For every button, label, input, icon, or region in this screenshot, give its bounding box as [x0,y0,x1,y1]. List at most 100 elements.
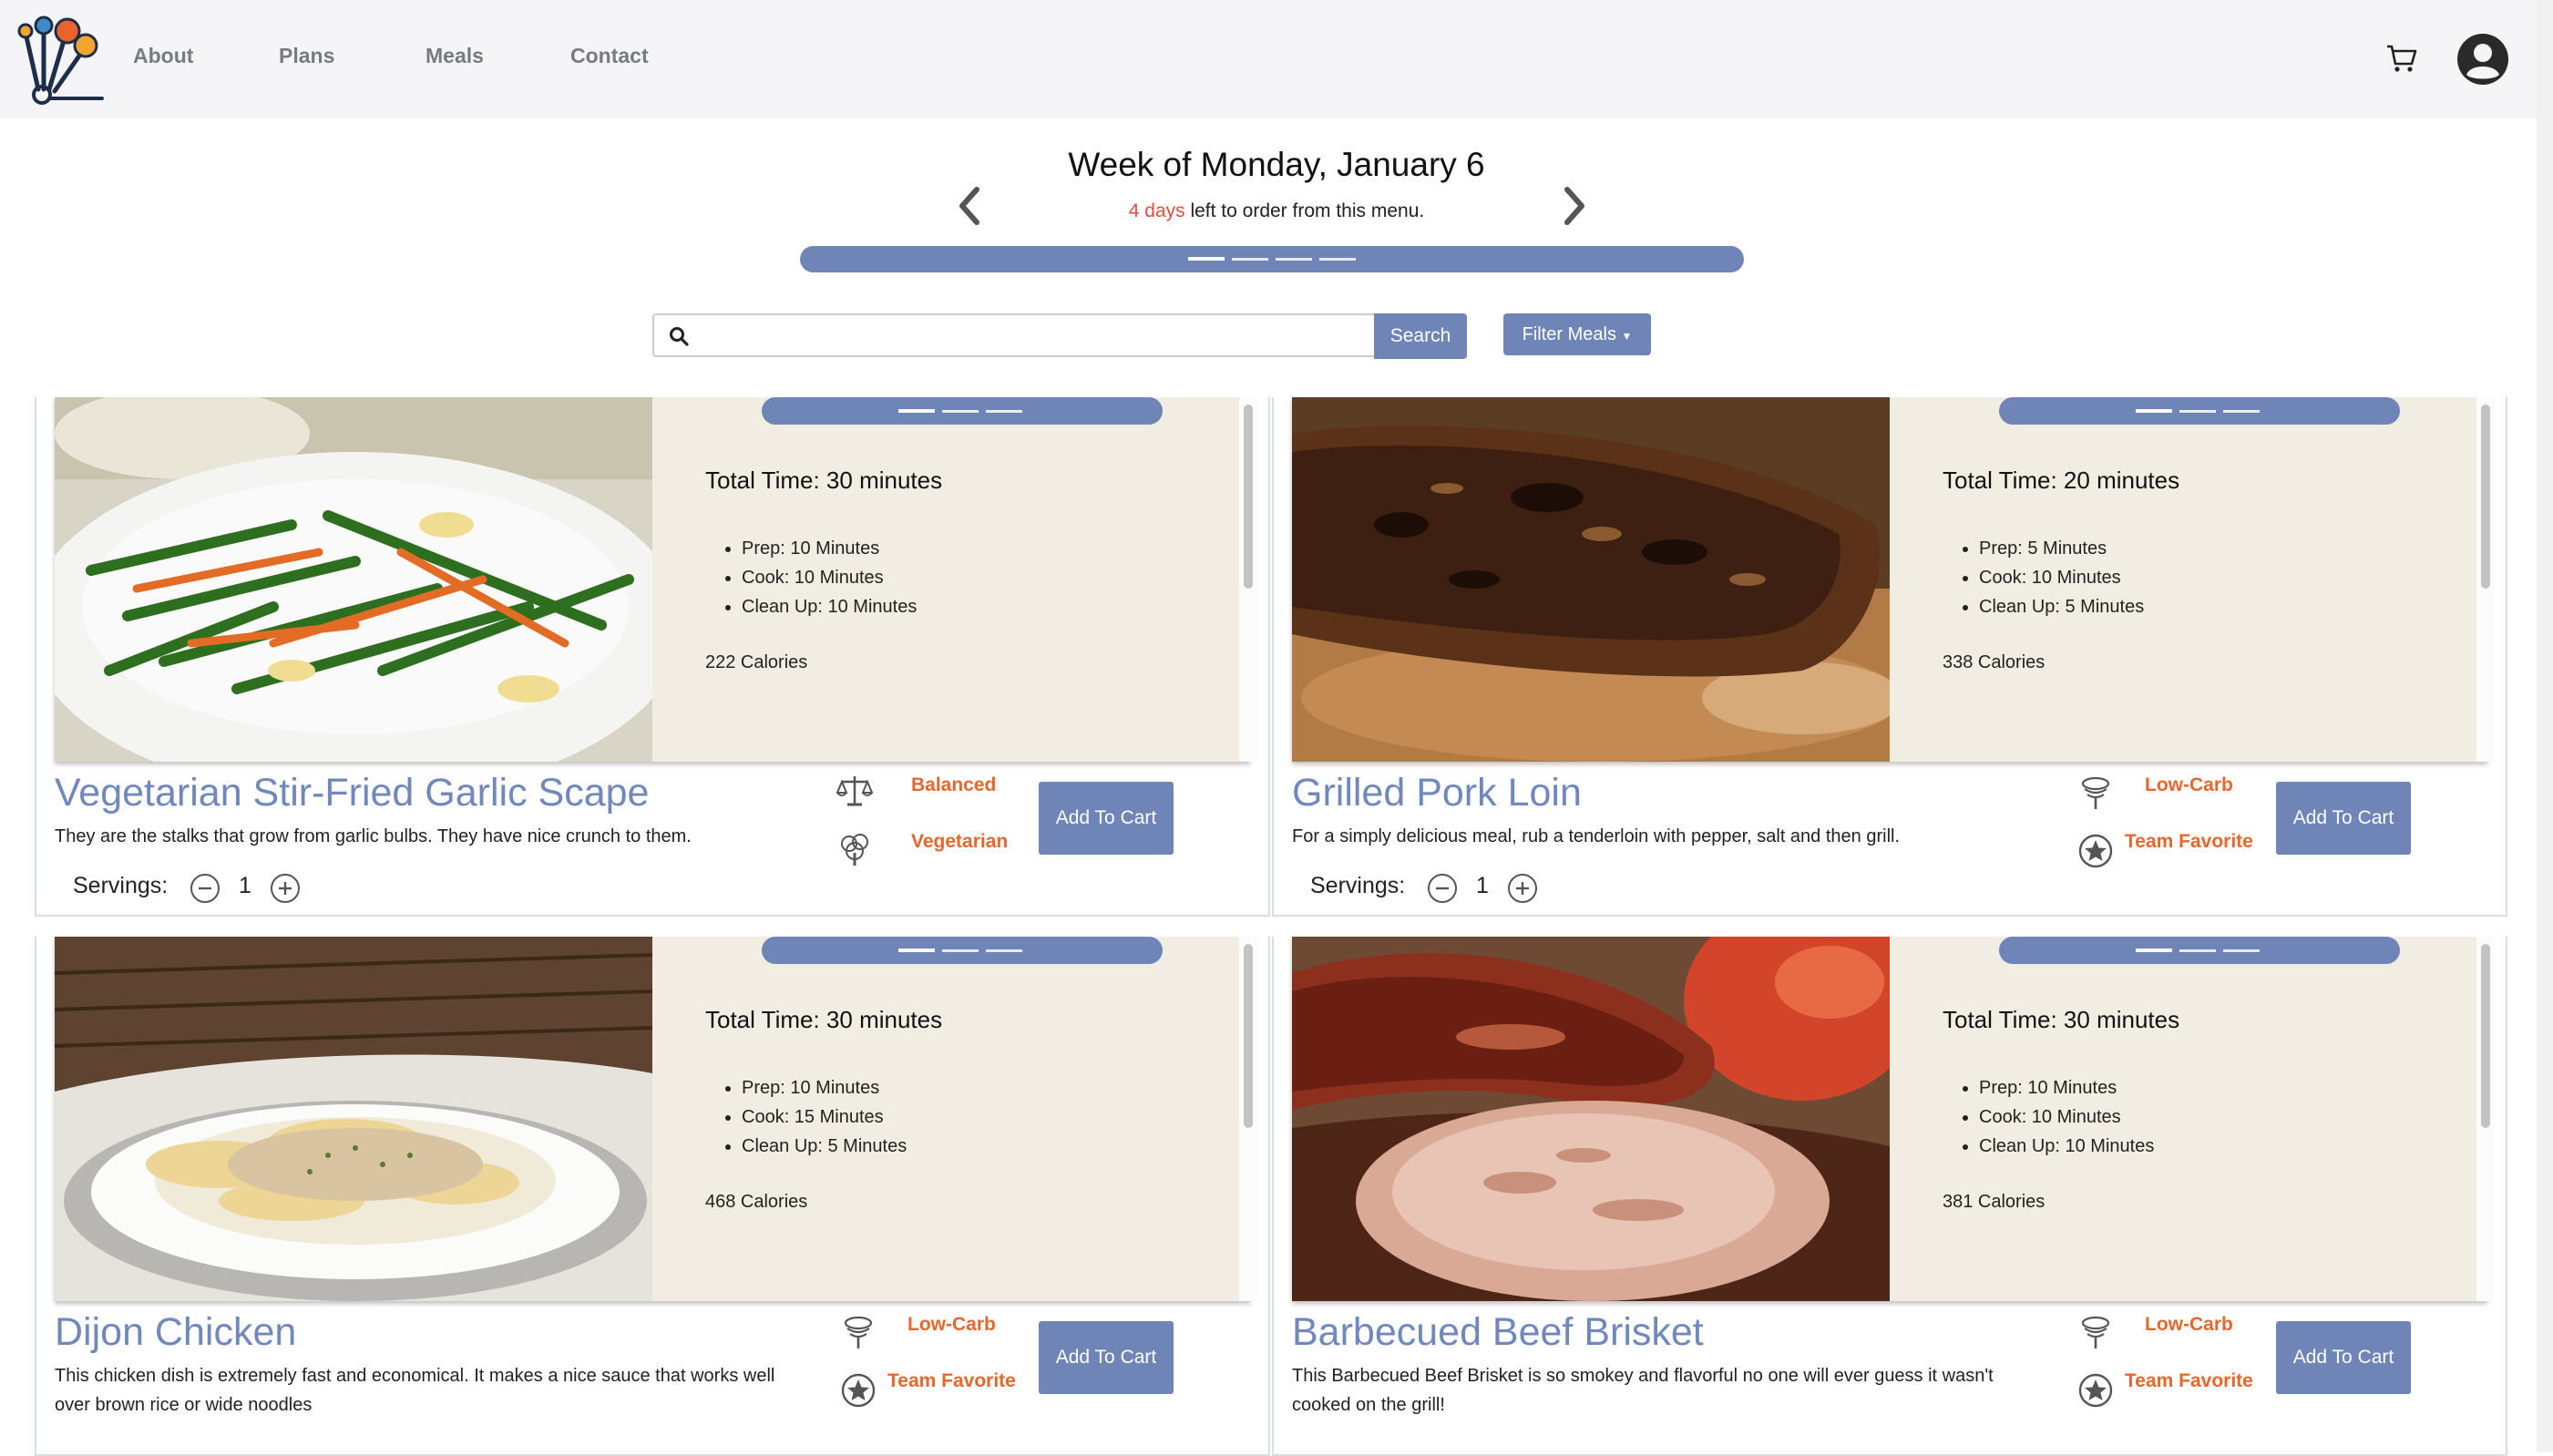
meal-indicator-dash[interactable] [898,948,935,952]
meal-carousel-indicator [762,937,1163,964]
diet-tag: Low-Carb [907,1314,996,1335]
details-scrollbar[interactable] [1239,397,1257,762]
time-breakdown-list: Prep: 10 Minutes Cook: 10 Minutes Clean … [709,534,917,621]
meal-carousel-indicator [1999,397,2400,425]
scale-icon [836,776,873,806]
servings-quantity: 1 [1476,873,1489,898]
wheat-off-icon [2081,1316,2110,1348]
meal-indicator-dash[interactable] [942,949,979,952]
meal-photo [55,397,652,762]
meal-title[interactable]: Vegetarian Stir-Fried Garlic Scape [55,771,649,815]
prep-time: Prep: 10 Minutes [742,1073,907,1102]
wheat-off-icon [844,1316,873,1348]
scrollbar-thumb[interactable] [2481,405,2490,589]
scrollbar-thumb[interactable] [1244,405,1253,589]
next-week-arrow-icon[interactable] [1556,182,1593,230]
meal-description: They are the stalks that grow from garli… [55,826,692,846]
meal-card: Total Time: 30 minutes Prep: 10 Minutes … [1272,937,2507,1456]
cleanup-time: Clean Up: 10 Minutes [1979,1132,2154,1161]
decrease-servings-icon[interactable] [190,873,220,904]
increase-servings-icon[interactable] [1507,873,1538,904]
scrollbar-thumb[interactable] [1244,944,1253,1128]
top-navbar: About Plans Meals Contact [0,0,2553,118]
increase-servings-icon[interactable] [270,873,301,904]
meal-photo [1292,397,1890,762]
meal-title[interactable]: Grilled Pork Loin [1292,771,1582,815]
meal-indicator-dash[interactable] [986,949,1022,952]
total-time: Total Time: 30 minutes [705,1006,943,1033]
cleanup-time: Clean Up: 5 Minutes [742,1132,907,1161]
filter-meals-dropdown[interactable]: Filter Meals ▼ [1503,313,1651,355]
meal-indicator-dash[interactable] [942,410,979,413]
add-to-cart-button[interactable]: Add To Cart [1039,1321,1174,1394]
total-time: Total Time: 20 minutes [1943,467,2180,494]
prep-time: Prep: 10 Minutes [1979,1073,2154,1102]
week-indicator-dash[interactable] [1276,258,1312,261]
add-to-cart-button[interactable]: Add To Cart [2276,782,2411,855]
nav-meals[interactable]: Meals [426,44,484,68]
add-to-cart-button[interactable]: Add To Cart [2276,1321,2411,1394]
meal-card-details: Total Time: 30 minutes Prep: 10 Minutes … [55,937,1257,1301]
diet-tag: Team Favorite [887,1370,1016,1391]
nav-plans[interactable]: Plans [279,44,334,68]
prep-time: Prep: 5 Minutes [1979,534,2144,563]
filter-meals-label: Filter Meals [1522,323,1616,344]
nav-about[interactable]: About [133,44,193,68]
meal-indicator-dash[interactable] [2136,409,2172,413]
meal-photo [55,937,652,1301]
meal-title[interactable]: Barbecued Beef Brisket [1292,1310,1704,1355]
days-left-suffix: left to order from this menu. [1184,200,1425,221]
meal-indicator-dash[interactable] [2223,949,2260,952]
meal-indicator-dash[interactable] [986,410,1022,413]
week-indicator-dash[interactable] [1319,258,1356,261]
meal-title[interactable]: Dijon Chicken [55,1310,296,1355]
caret-down-icon: ▼ [1621,329,1633,343]
meal-card: Total Time: 30 minutes Prep: 10 Minutes … [35,397,1270,917]
meal-indicator-dash[interactable] [2179,410,2216,413]
order-deadline-text: 4 days left to order from this menu. [0,200,2553,222]
time-breakdown-list: Prep: 5 Minutes Cook: 10 Minutes Clean U… [1946,534,2144,621]
meal-indicator-dash[interactable] [898,409,935,413]
decrease-servings-icon[interactable] [1427,873,1458,904]
wheat-off-icon [2081,776,2110,809]
search-input[interactable] [694,319,1363,354]
previous-week-arrow-icon[interactable] [951,182,988,230]
week-indicator-dash[interactable] [1232,258,1268,261]
meal-indicator-dash[interactable] [2179,949,2216,952]
nav-contact[interactable]: Contact [570,44,649,68]
week-indicator-dash[interactable] [1188,257,1225,261]
meal-description: This chicken dish is extremely fast and … [55,1366,775,1415]
week-carousel-indicator [800,246,1744,272]
shopping-cart-icon[interactable] [2385,42,2418,75]
meal-card: Total Time: 20 minutes Prep: 5 Minutes C… [1272,397,2507,917]
meal-indicator-dash[interactable] [2136,948,2172,952]
diet-tag: Team Favorite [2125,1370,2253,1391]
search-button[interactable]: Search [1374,313,1467,359]
scrollbar-thumb[interactable] [2481,944,2490,1128]
meal-indicator-dash[interactable] [2223,410,2260,413]
meal-carousel-indicator [1999,937,2400,964]
cook-time: Cook: 15 Minutes [742,1102,907,1132]
cook-time: Cook: 10 Minutes [1979,563,2144,592]
diet-tag: Balanced [911,774,997,795]
search-icon [670,327,689,346]
meal-card-details: Total Time: 30 minutes Prep: 10 Minutes … [55,397,1257,762]
calories: 468 Calories [705,1192,808,1212]
user-account-icon[interactable] [2456,33,2509,86]
star-icon [2078,834,2113,868]
tree-icon [841,834,868,866]
meal-carousel-indicator [762,397,1163,425]
cook-time: Cook: 10 Minutes [1979,1102,2154,1132]
time-breakdown-list: Prep: 10 Minutes Cook: 10 Minutes Clean … [1946,1073,2154,1161]
details-scrollbar[interactable] [2476,937,2495,1301]
details-scrollbar[interactable] [2476,397,2495,762]
star-icon [2078,1373,2113,1408]
details-scrollbar[interactable] [1239,937,1257,1301]
add-to-cart-button[interactable]: Add To Cart [1039,782,1174,855]
measuring-spoons-logo-icon[interactable] [13,13,108,108]
calories: 338 Calories [1943,652,2045,672]
star-icon [841,1373,876,1408]
meal-card-details: Total Time: 20 minutes Prep: 5 Minutes C… [1292,397,2495,762]
total-time: Total Time: 30 minutes [1943,1006,2180,1033]
search-box [652,313,1374,357]
